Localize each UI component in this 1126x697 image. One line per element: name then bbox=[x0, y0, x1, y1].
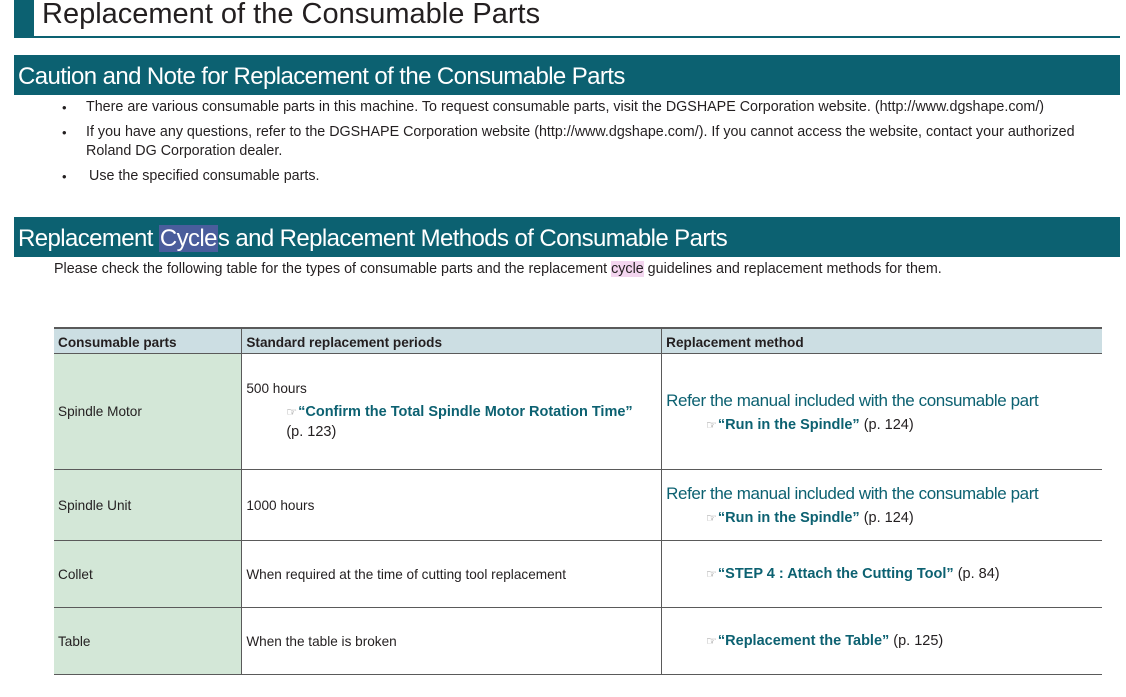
part-name: Spindle Unit bbox=[54, 469, 242, 541]
column-header: Replacement method bbox=[661, 327, 1102, 354]
period-text: 500 hours bbox=[246, 381, 307, 396]
header-text: s and Replacement Methods of Consumable … bbox=[217, 225, 728, 252]
pointing-hand-icon: ☞ bbox=[706, 567, 717, 581]
reference-link[interactable]: “Replacement the Table” bbox=[718, 633, 889, 649]
part-name: Collet bbox=[54, 540, 242, 608]
replacement-method: ☞“STEP 4 : Attach the Cutting Tool” (p. … bbox=[661, 540, 1102, 608]
intro-text: guidelines and replacement methods for t… bbox=[643, 261, 942, 277]
cross-reference: ☞“STEP 4 : Attach the Cutting Tool” (p. … bbox=[666, 566, 1098, 582]
column-header: Consumable parts bbox=[54, 327, 242, 354]
page-ref: (p. 123) bbox=[286, 424, 337, 440]
table-row: Spindle Motor 500 hours ☞“Confirm the To… bbox=[54, 353, 1102, 470]
page-ref: (p. 84) bbox=[953, 566, 1000, 582]
search-highlight: cycle bbox=[611, 261, 644, 277]
replacement-period: When the table is broken bbox=[241, 607, 662, 675]
section-header-replacement-cycles: Replacement Cycles and Replacement Metho… bbox=[14, 217, 1120, 257]
reference-link[interactable]: “STEP 4 : Attach the Cutting Tool” bbox=[718, 566, 954, 582]
consumable-parts-table: Consumable parts Standard replacement pe… bbox=[54, 327, 1102, 675]
table-header-row: Consumable parts Standard replacement pe… bbox=[54, 327, 1102, 354]
replacement-method: ☞“Replacement the Table” (p. 125) bbox=[661, 607, 1102, 675]
replacement-method: Refer the manual included with the consu… bbox=[661, 353, 1102, 470]
replacement-period: When required at the time of cutting too… bbox=[241, 540, 662, 608]
table-row: Table When the table is broken ☞“Replace… bbox=[54, 607, 1102, 675]
pointing-hand-icon: ☞ bbox=[706, 634, 717, 648]
replacement-period: 500 hours ☞“Confirm the Total Spindle Mo… bbox=[241, 353, 662, 470]
search-highlight: Cycle bbox=[158, 225, 218, 252]
section-header-caution: Caution and Note for Replacement of the … bbox=[14, 55, 1120, 95]
column-header: Standard replacement periods bbox=[241, 327, 662, 354]
bullet-item: If you have any questions, refer to the … bbox=[62, 123, 1112, 161]
replacement-period: 1000 hours bbox=[241, 469, 662, 541]
cross-reference: ☞“Confirm the Total Spindle Motor Rotati… bbox=[246, 402, 657, 442]
replacement-method: Refer the manual included with the consu… bbox=[661, 469, 1102, 541]
pointing-hand-icon: ☞ bbox=[706, 417, 717, 432]
cross-reference: ☞“Run in the Spindle” (p. 124) bbox=[666, 417, 1098, 433]
part-name: Table bbox=[54, 607, 242, 675]
table-row: Spindle Unit 1000 hours Refer the manual… bbox=[54, 469, 1102, 541]
page-title-bar: Replacement of the Consumable Parts bbox=[14, 0, 1120, 38]
reference-link[interactable]: “Run in the Spindle” bbox=[718, 510, 860, 526]
bullet-item: Use the specified consumable parts. bbox=[62, 167, 1112, 186]
pointing-hand-icon: ☞ bbox=[286, 405, 298, 419]
caution-bullet-list: There are various consumable parts in th… bbox=[62, 98, 1112, 192]
part-name: Spindle Motor bbox=[54, 353, 242, 470]
page-ref: (p. 125) bbox=[889, 633, 944, 649]
reference-link[interactable]: “Confirm the Total Spindle Motor Rotatio… bbox=[298, 404, 633, 420]
intro-paragraph: Please check the following table for the… bbox=[54, 261, 942, 277]
cross-reference: ☞“Replacement the Table” (p. 125) bbox=[666, 633, 1098, 649]
page-ref: (p. 124) bbox=[859, 510, 914, 526]
header-text: Replacement bbox=[18, 225, 159, 252]
page-title: Replacement of the Consumable Parts bbox=[42, 0, 541, 30]
method-note: Refer the manual included with the consu… bbox=[666, 390, 1039, 410]
intro-text: Please check the following table for the… bbox=[54, 261, 612, 277]
manual-page: Replacement of the Consumable Parts Caut… bbox=[0, 0, 1126, 697]
bullet-item: There are various consumable parts in th… bbox=[62, 98, 1112, 117]
cross-reference: ☞“Run in the Spindle” (p. 124) bbox=[666, 510, 1098, 526]
title-accent-block bbox=[14, 0, 34, 36]
reference-link[interactable]: “Run in the Spindle” bbox=[718, 417, 860, 433]
pointing-hand-icon: ☞ bbox=[706, 511, 717, 525]
page-ref: (p. 124) bbox=[859, 416, 914, 433]
method-note: Refer the manual included with the consu… bbox=[666, 484, 1039, 503]
table-row: Collet When required at the time of cutt… bbox=[54, 540, 1102, 608]
